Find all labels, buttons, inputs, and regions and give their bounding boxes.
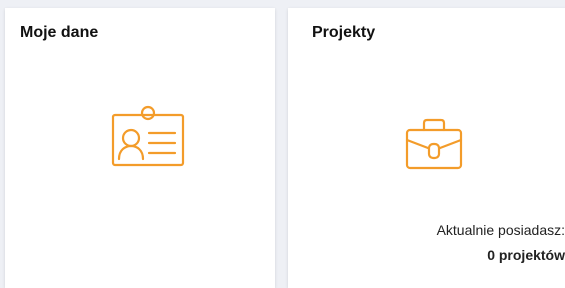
id-card-icon (107, 103, 189, 167)
projects-card[interactable]: Projekty Aktualnie posiadasz: 0 projektó… (288, 8, 565, 288)
card-title-projects: Projekty (312, 24, 376, 41)
card-title-my-data: Moje dane (20, 24, 99, 41)
projects-count-label: Aktualnie posiadasz: (436, 222, 565, 238)
my-data-card[interactable]: Moje dane (5, 8, 275, 288)
briefcase-icon (401, 114, 467, 174)
projects-count-value: 0 projektów (487, 247, 565, 263)
